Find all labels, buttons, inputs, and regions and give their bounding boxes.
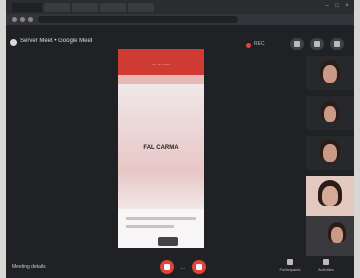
participant-face xyxy=(323,65,337,83)
browser-toolbar xyxy=(6,14,354,25)
camera-button[interactable] xyxy=(192,260,206,274)
layout-button[interactable] xyxy=(290,38,304,50)
activities-label: Activities xyxy=(318,267,334,272)
participant-tile[interactable] xyxy=(306,96,354,130)
shared-screen-text: FAL CARMA xyxy=(143,145,179,151)
shared-screen-band xyxy=(118,75,204,84)
participant-tile[interactable] xyxy=(306,176,354,216)
forward-icon[interactable] xyxy=(20,17,25,22)
shapes-icon xyxy=(323,259,329,265)
participant-tile[interactable] xyxy=(306,56,354,90)
camera-off-icon xyxy=(196,264,202,270)
reload-icon[interactable] xyxy=(28,17,33,22)
address-bar[interactable] xyxy=(38,16,238,23)
recording-icon xyxy=(246,43,251,48)
shared-screen-footer xyxy=(118,209,204,248)
participant-face xyxy=(323,144,337,162)
more-options-button[interactable] xyxy=(330,38,344,50)
participants-label: Participants xyxy=(279,267,301,272)
participant-name xyxy=(308,82,352,88)
meeting-details-button[interactable]: Meeting details xyxy=(12,264,52,272)
participant-strip xyxy=(306,56,354,256)
layout-icon xyxy=(294,41,300,47)
shared-screen-header: ... ... ..... xyxy=(118,49,204,75)
browser-tab[interactable] xyxy=(100,3,126,12)
more-icon xyxy=(334,41,340,47)
activities-button[interactable]: Activities xyxy=(312,259,340,277)
participant-name xyxy=(308,162,352,168)
footer-line xyxy=(126,225,174,228)
footer-line xyxy=(126,217,196,220)
browser-tab-active[interactable] xyxy=(12,3,42,12)
browser-tab-strip: – □ × xyxy=(6,0,354,14)
minimize-icon[interactable]: – xyxy=(324,3,330,9)
maximize-icon[interactable]: □ xyxy=(334,3,340,9)
participant-face xyxy=(322,186,338,206)
back-icon[interactable] xyxy=(12,17,17,22)
mic-button[interactable] xyxy=(160,260,174,274)
shared-screen-caption: ... ... ..... xyxy=(151,61,171,67)
browser-tab[interactable] xyxy=(128,3,154,12)
meet-logo-icon xyxy=(10,39,17,46)
mic-off-icon xyxy=(164,264,170,270)
meet-window: – □ × Server Meet • Google Meet REC ... … xyxy=(6,0,354,278)
shared-screen: ... ... ..... FAL CARMA xyxy=(118,49,204,248)
participant-tile[interactable] xyxy=(306,216,354,256)
gear-icon xyxy=(314,41,320,47)
meet-control-bar: Meeting details ... Participants Activit… xyxy=(6,256,354,278)
meeting-title: Server Meet • Google Meet xyxy=(20,38,93,44)
participant-face xyxy=(324,106,336,122)
participants-button[interactable]: Participants xyxy=(276,259,304,277)
participant-name xyxy=(308,122,352,128)
settings-button[interactable] xyxy=(310,38,324,50)
participant-tile[interactable] xyxy=(306,136,354,170)
participant-name xyxy=(308,248,352,254)
browser-tab[interactable] xyxy=(44,3,70,12)
close-icon[interactable]: × xyxy=(344,3,350,9)
control-text: ... xyxy=(180,265,186,271)
people-icon xyxy=(287,259,293,265)
participant-name xyxy=(308,208,352,214)
participant-face xyxy=(331,227,343,243)
hand-icon xyxy=(158,237,178,246)
recording-label: REC xyxy=(254,41,265,47)
browser-tab[interactable] xyxy=(72,3,98,12)
